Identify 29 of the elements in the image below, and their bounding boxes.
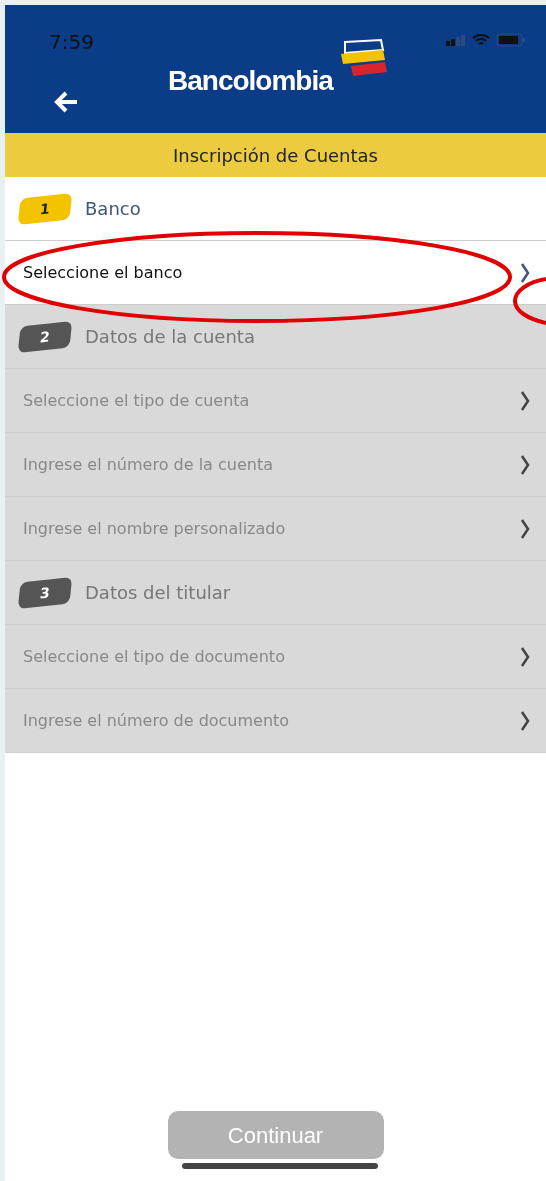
- signal-icon: [446, 34, 466, 46]
- form-row[interactable]: Seleccione el tipo de documento: [5, 625, 546, 689]
- row-label: Seleccione el banco: [23, 261, 183, 284]
- back-arrow-icon: [53, 90, 79, 114]
- brand-logo-text: Bancolombia: [168, 64, 333, 98]
- row-label: Ingrese el nombre personalizado: [23, 517, 286, 540]
- row-label: Ingrese el número de la cuenta: [23, 453, 273, 476]
- step-badge: 1: [17, 192, 73, 225]
- page-title: Inscripción de Cuentas: [173, 143, 378, 168]
- chevron-right-icon: [520, 453, 530, 476]
- form-row[interactable]: Seleccione el tipo de cuenta: [5, 369, 546, 433]
- chevron-right-icon: [520, 645, 530, 668]
- chevron-right-icon: [520, 261, 530, 284]
- step-badge: 3: [17, 576, 73, 609]
- row-label: Ingrese el número de documento: [23, 709, 290, 732]
- status-time: 7:59: [49, 29, 94, 56]
- chevron-right-icon: [520, 389, 530, 412]
- chevron-right-icon: [520, 517, 530, 540]
- section-title: Datos de la cuenta: [85, 325, 255, 349]
- section-title: Datos del titular: [85, 581, 231, 605]
- section-title: Banco: [85, 197, 141, 221]
- row-label: Seleccione el tipo de documento: [23, 645, 285, 668]
- row-label: Seleccione el tipo de cuenta: [23, 389, 250, 412]
- form-row[interactable]: Ingrese el número de la cuenta: [5, 433, 546, 497]
- battery-icon: [496, 33, 526, 47]
- step-badge: 2: [17, 320, 73, 353]
- form-row[interactable]: Ingrese el número de documento: [5, 689, 546, 753]
- chevron-right-icon: [520, 709, 530, 732]
- wifi-icon: [472, 33, 490, 47]
